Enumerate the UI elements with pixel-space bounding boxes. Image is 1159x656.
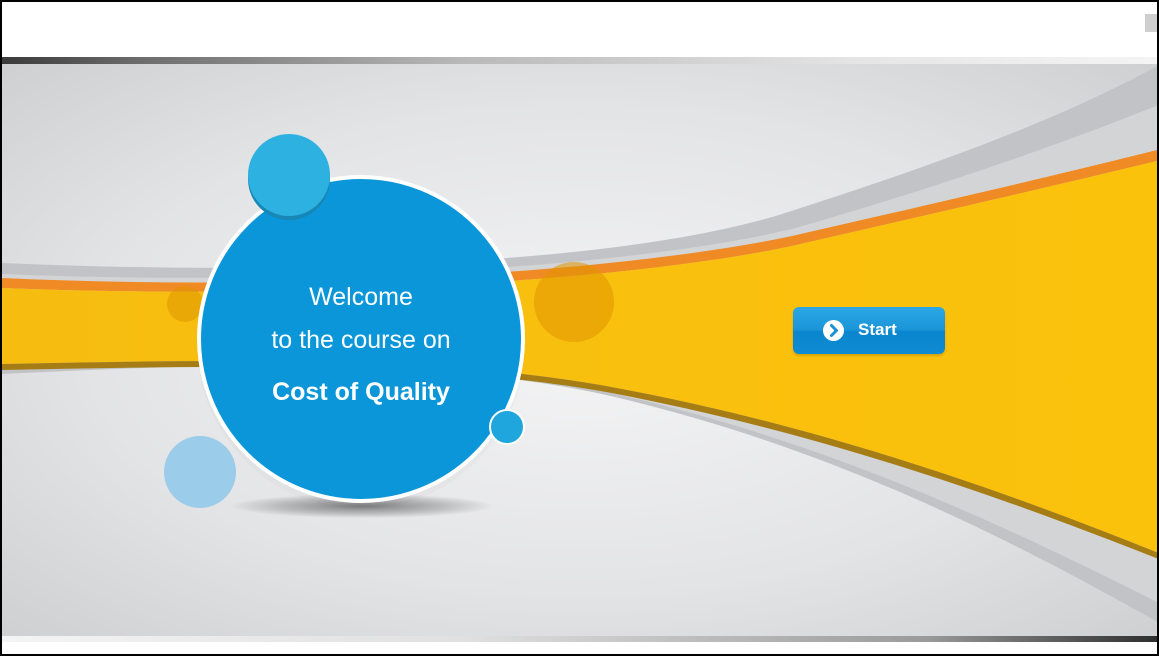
intro-text: to the course on <box>271 326 451 354</box>
start-button[interactable]: Start <box>793 307 945 354</box>
light-blue-bubble <box>164 436 236 508</box>
corner-square <box>1145 14 1157 32</box>
course-frame: Welcome to the course on Cost of Quality… <box>0 0 1159 656</box>
top-bar <box>2 2 1157 57</box>
blue-bubble-top <box>248 134 330 216</box>
welcome-circle: Welcome to the course on Cost of Quality <box>197 175 525 503</box>
course-title: Cost of Quality <box>272 378 450 406</box>
blue-bubble-small <box>489 409 525 445</box>
chevron-right-circle-icon <box>823 320 844 341</box>
welcome-text: Welcome <box>309 283 413 311</box>
title-slide: Welcome to the course on Cost of Quality… <box>2 64 1157 636</box>
start-label: Start <box>858 320 897 339</box>
top-divider <box>2 57 1157 64</box>
bottom-bar <box>2 642 1157 654</box>
orange-bubble-large <box>534 262 614 342</box>
slide-background <box>2 64 1157 636</box>
